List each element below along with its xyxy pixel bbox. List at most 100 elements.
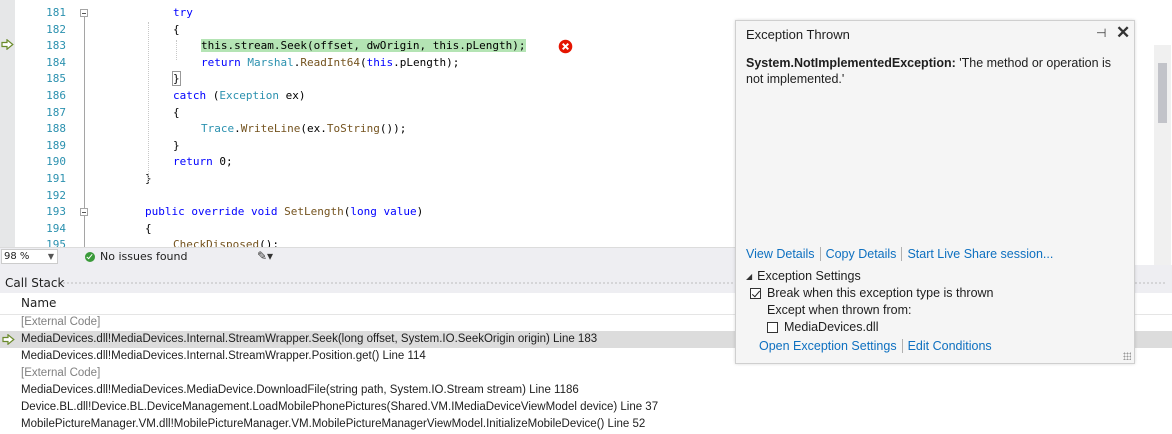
code-token: void xyxy=(250,205,278,219)
break-when-checkbox[interactable] xyxy=(750,288,761,299)
code-token: Trace xyxy=(201,122,235,136)
module-option[interactable]: MediaDevices.dll xyxy=(746,319,1126,336)
code-token: ReadInt64 xyxy=(300,55,360,69)
code-line: public override void SetLength(long valu… xyxy=(0,204,720,221)
link-separator xyxy=(819,247,821,261)
editor-status-bar: 98 % ▼ No issues found ✎▾ xyxy=(0,247,735,266)
link-separator xyxy=(901,339,903,353)
indent-guide xyxy=(176,40,177,60)
code-line: } xyxy=(0,71,720,88)
code-token: catch xyxy=(173,88,207,102)
view-details-link[interactable]: View Details xyxy=(746,247,815,261)
code-line: return 0; xyxy=(0,154,720,171)
current-statement: this.stream.Seek(offset, dwOrigin, this.… xyxy=(201,39,526,53)
zoom-value: 98 % xyxy=(4,251,30,262)
code-token: long xyxy=(350,205,377,219)
resize-grip-icon[interactable] xyxy=(1123,352,1131,360)
close-icon[interactable]: ✕ xyxy=(1116,23,1130,43)
exception-action-links: View Details Copy Details Start Live Sha… xyxy=(746,247,1053,261)
code-line: CheckDisposed(); xyxy=(0,237,720,247)
call-stack-row[interactable]: Device.BL.dll!Device.BL.DeviceManagement… xyxy=(0,399,1172,416)
frame-text: MediaDevices.dll!MediaDevices.Internal.S… xyxy=(21,333,598,345)
issues-indicator[interactable]: No issues found xyxy=(85,250,187,263)
popup-title: Exception Thrown xyxy=(746,27,850,42)
code-token: 0; xyxy=(212,155,233,169)
open-exception-settings-link[interactable]: Open Exception Settings xyxy=(759,339,897,353)
code-line: try xyxy=(0,5,720,22)
call-stack-row[interactable]: MobilePictureManager.VM.dll!MobilePictur… xyxy=(0,416,1172,433)
exception-settings-section: ◢ Exception Settings Break when this exc… xyxy=(746,268,1126,336)
code-line: { xyxy=(0,22,720,39)
column-header-name[interactable]: Name xyxy=(21,296,56,310)
code-token: } xyxy=(172,71,181,87)
frame-text: [External Code] xyxy=(21,367,101,379)
pin-icon[interactable]: ⊣ xyxy=(1096,26,1106,40)
except-when-label: Except when thrown from: xyxy=(767,303,912,317)
error-icon[interactable] xyxy=(558,39,573,54)
frame-text: MobilePictureManager.VM.dll!MobilePictur… xyxy=(21,418,646,430)
frame-text: Device.BL.dll!Device.BL.DeviceManagement… xyxy=(21,401,659,413)
code-line-current: this.stream.Seek(offset, dwOrigin, this.… xyxy=(0,38,720,55)
exception-settings-header[interactable]: ◢ Exception Settings xyxy=(746,268,1126,285)
code-token: WriteLine xyxy=(240,122,301,136)
code-line: } xyxy=(0,138,720,155)
break-when-label: Break when this exception type is thrown xyxy=(767,286,994,300)
panel-title: Call Stack xyxy=(5,276,65,290)
code-token: ()); xyxy=(379,122,407,136)
code-token: override xyxy=(191,205,245,219)
chevron-down-icon: ▼ xyxy=(47,252,54,261)
code-token: value xyxy=(383,205,417,219)
copy-details-link[interactable]: Copy Details xyxy=(826,247,897,261)
code-token: ( xyxy=(206,88,220,102)
expand-triangle-icon: ◢ xyxy=(746,272,753,281)
code-cleanup-icon[interactable]: ✎▾ xyxy=(257,249,273,263)
frame-text: [External Code] xyxy=(21,316,101,328)
link-separator xyxy=(901,247,903,261)
code-token: .pLength); xyxy=(393,55,460,69)
module-checkbox[interactable] xyxy=(767,322,778,333)
code-area[interactable]: try { this.stream.Seek(offset, dwOrigin,… xyxy=(0,5,720,247)
code-line: catch (Exception ex) xyxy=(0,88,720,105)
zoom-dropdown[interactable]: 98 % ▼ xyxy=(1,249,58,264)
code-token: (ex. xyxy=(300,122,327,136)
call-stack-row[interactable]: MediaDevices.dll!MediaDevices.MediaDevic… xyxy=(0,382,1172,399)
code-token: ) xyxy=(416,205,424,219)
edit-conditions-link[interactable]: Edit Conditions xyxy=(908,339,992,353)
code-token: (); xyxy=(259,238,279,247)
issues-text: No issues found xyxy=(100,250,188,263)
code-token: ToString xyxy=(326,122,380,136)
code-token: ( xyxy=(359,55,367,69)
code-token: try xyxy=(173,6,193,19)
code-token: } xyxy=(173,138,180,152)
exception-settings-links: Open Exception Settings Edit Conditions xyxy=(759,339,992,353)
code-token: return xyxy=(173,155,213,169)
live-share-link[interactable]: Start Live Share session... xyxy=(907,247,1053,261)
code-line: { xyxy=(0,221,720,238)
code-token: CheckDisposed xyxy=(173,238,260,247)
code-token: this xyxy=(366,55,394,69)
code-line: return Marshal.ReadInt64(this.pLength); xyxy=(0,55,720,72)
frame-text: MediaDevices.dll!MediaDevices.MediaDevic… xyxy=(21,384,579,396)
check-circle-icon xyxy=(85,251,95,262)
exception-type: System.NotImplementedException: xyxy=(746,56,956,70)
exception-helper-popup: Exception Thrown ⊣ ✕ System.NotImplement… xyxy=(735,20,1135,364)
indent-guide xyxy=(148,22,149,182)
code-token: ex) xyxy=(278,88,306,102)
code-line: } xyxy=(0,171,720,188)
code-line: Trace.WriteLine(ex.ToString()); xyxy=(0,121,720,138)
current-frame-icon xyxy=(2,334,15,345)
except-when-row: Except when thrown from: xyxy=(746,302,1126,319)
scrollbar-thumb[interactable] xyxy=(1158,63,1167,123)
code-token: . xyxy=(234,122,241,136)
break-when-option[interactable]: Break when this exception type is thrown xyxy=(746,285,1126,302)
code-token: Exception xyxy=(219,88,279,102)
module-label: MediaDevices.dll xyxy=(784,320,879,334)
code-token: { xyxy=(145,221,152,235)
code-token: return xyxy=(201,55,241,69)
code-token: SetLength xyxy=(284,205,344,219)
editor-vertical-scrollbar[interactable] xyxy=(1154,45,1171,267)
call-stack-row[interactable]: [External Code] xyxy=(0,365,1172,382)
code-token: public xyxy=(145,205,185,219)
exception-message: System.NotImplementedException: 'The met… xyxy=(746,55,1121,87)
